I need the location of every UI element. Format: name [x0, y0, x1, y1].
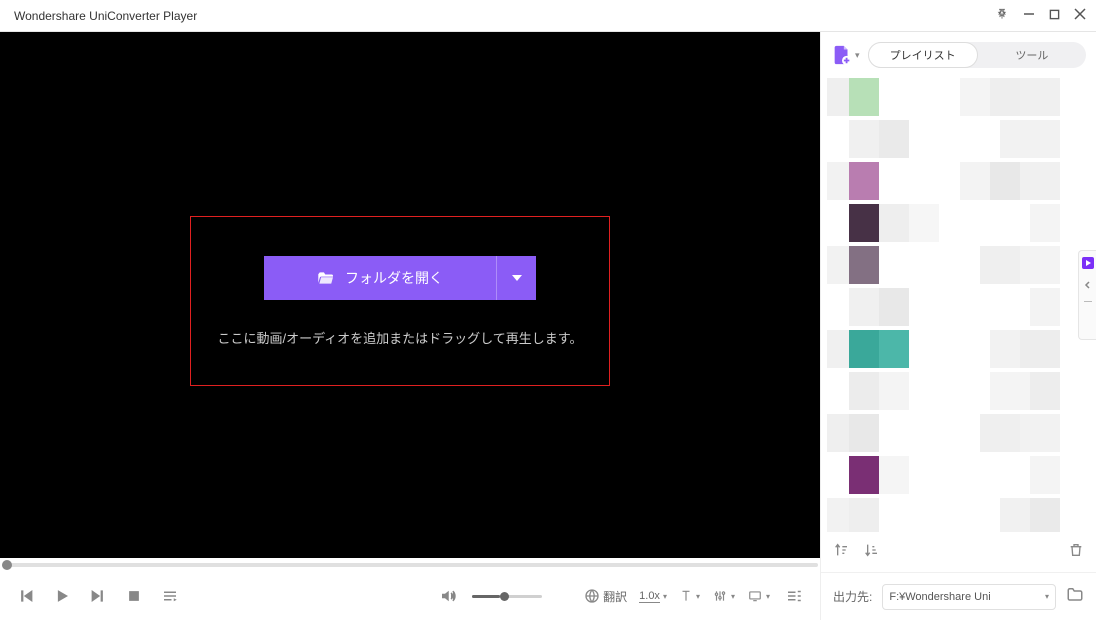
add-file-button[interactable]: ▾	[831, 44, 860, 66]
folder-open-icon	[317, 271, 335, 285]
volume-slider[interactable]	[472, 595, 542, 598]
close-icon[interactable]	[1074, 8, 1086, 23]
progress-track[interactable]	[2, 563, 818, 567]
video-area[interactable]: フォルダを開く ここに動画/オーディオを追加またはドラッグして再生します。	[0, 32, 820, 558]
main-content: フォルダを開く ここに動画/オーディオを追加またはドラッグして再生します。	[0, 32, 1096, 620]
sort-desc-button[interactable]	[863, 542, 879, 563]
settings-list-button[interactable]	[782, 584, 806, 608]
player-pane: フォルダを開く ここに動画/オーディオを追加またはドラッグして再生します。	[0, 32, 820, 620]
stop-button[interactable]	[122, 584, 146, 608]
output-label: 出力先:	[833, 588, 872, 605]
list-item[interactable]	[827, 330, 1090, 368]
drop-hint-text: ここに動画/オーディオを追加またはドラッグして再生します。	[217, 328, 582, 347]
screen-icon	[747, 589, 763, 603]
open-folder-label: フォルダを開く	[345, 268, 443, 288]
speed-button[interactable]: 1.0x ▾	[639, 590, 667, 603]
float-app-icon	[1082, 257, 1094, 269]
window-title: Wondershare UniConverter Player	[14, 9, 995, 23]
chevron-down-icon	[512, 275, 522, 281]
open-folder-group: フォルダを開く	[264, 256, 536, 300]
translate-icon	[584, 588, 600, 604]
playlist-toggle-button[interactable]	[158, 584, 182, 608]
list-item[interactable]	[827, 372, 1090, 410]
list-item[interactable]	[827, 78, 1090, 116]
float-arrow-icon[interactable]	[1082, 279, 1094, 291]
side-float-panel[interactable]	[1078, 250, 1096, 340]
maximize-icon[interactable]	[1049, 8, 1060, 23]
controls-bar: 翻訳 1.0x ▾ ▾ ▾ ▾	[0, 572, 820, 620]
progress-bar[interactable]	[0, 558, 820, 572]
output-path-select[interactable]: F:¥Wondershare Uni ▾	[882, 584, 1056, 610]
tab-playlist[interactable]: プレイリスト	[868, 42, 978, 68]
open-folder-dropdown[interactable]	[496, 256, 536, 300]
sidebar-tabs: プレイリスト ツール	[868, 42, 1086, 68]
list-item[interactable]	[827, 246, 1090, 284]
output-row: 出力先: F:¥Wondershare Uni ▾	[821, 572, 1096, 620]
drop-zone-highlight: フォルダを開く ここに動画/オーディオを追加またはドラッグして再生します。	[190, 216, 610, 386]
side-header: ▾ プレイリスト ツール	[821, 32, 1096, 78]
list-item[interactable]	[827, 288, 1090, 326]
equalizer-icon	[712, 589, 728, 603]
text-style-button[interactable]: ▾	[679, 589, 700, 603]
side-pane: ▾ プレイリスト ツール 出力先:	[820, 32, 1096, 620]
next-button[interactable]	[86, 584, 110, 608]
titlebar: Wondershare UniConverter Player	[0, 0, 1096, 32]
audio-tune-button[interactable]: ▾	[712, 589, 735, 603]
previous-button[interactable]	[14, 584, 38, 608]
list-item[interactable]	[827, 162, 1090, 200]
tab-tools[interactable]: ツール	[978, 42, 1086, 68]
list-item[interactable]	[827, 498, 1090, 532]
list-item[interactable]	[827, 120, 1090, 158]
side-actions	[821, 532, 1096, 572]
sort-asc-button[interactable]	[833, 542, 849, 563]
add-file-icon	[831, 44, 853, 66]
play-button[interactable]	[50, 584, 74, 608]
pin-icon[interactable]	[995, 7, 1009, 24]
delete-button[interactable]	[1068, 542, 1084, 563]
minimize-icon[interactable]	[1023, 8, 1035, 23]
list-item[interactable]	[827, 204, 1090, 242]
aspect-ratio-button[interactable]: ▾	[747, 589, 770, 603]
volume-button[interactable]	[436, 584, 460, 608]
open-output-folder-button[interactable]	[1066, 586, 1084, 607]
open-folder-button[interactable]: フォルダを開く	[264, 256, 496, 300]
window-controls	[995, 7, 1086, 24]
float-dash-icon	[1084, 301, 1092, 302]
list-item[interactable]	[827, 456, 1090, 494]
list-item[interactable]	[827, 414, 1090, 452]
text-icon	[679, 589, 693, 603]
playlist-area	[821, 78, 1096, 532]
translate-button[interactable]: 翻訳	[584, 588, 627, 605]
progress-thumb[interactable]	[2, 560, 12, 570]
